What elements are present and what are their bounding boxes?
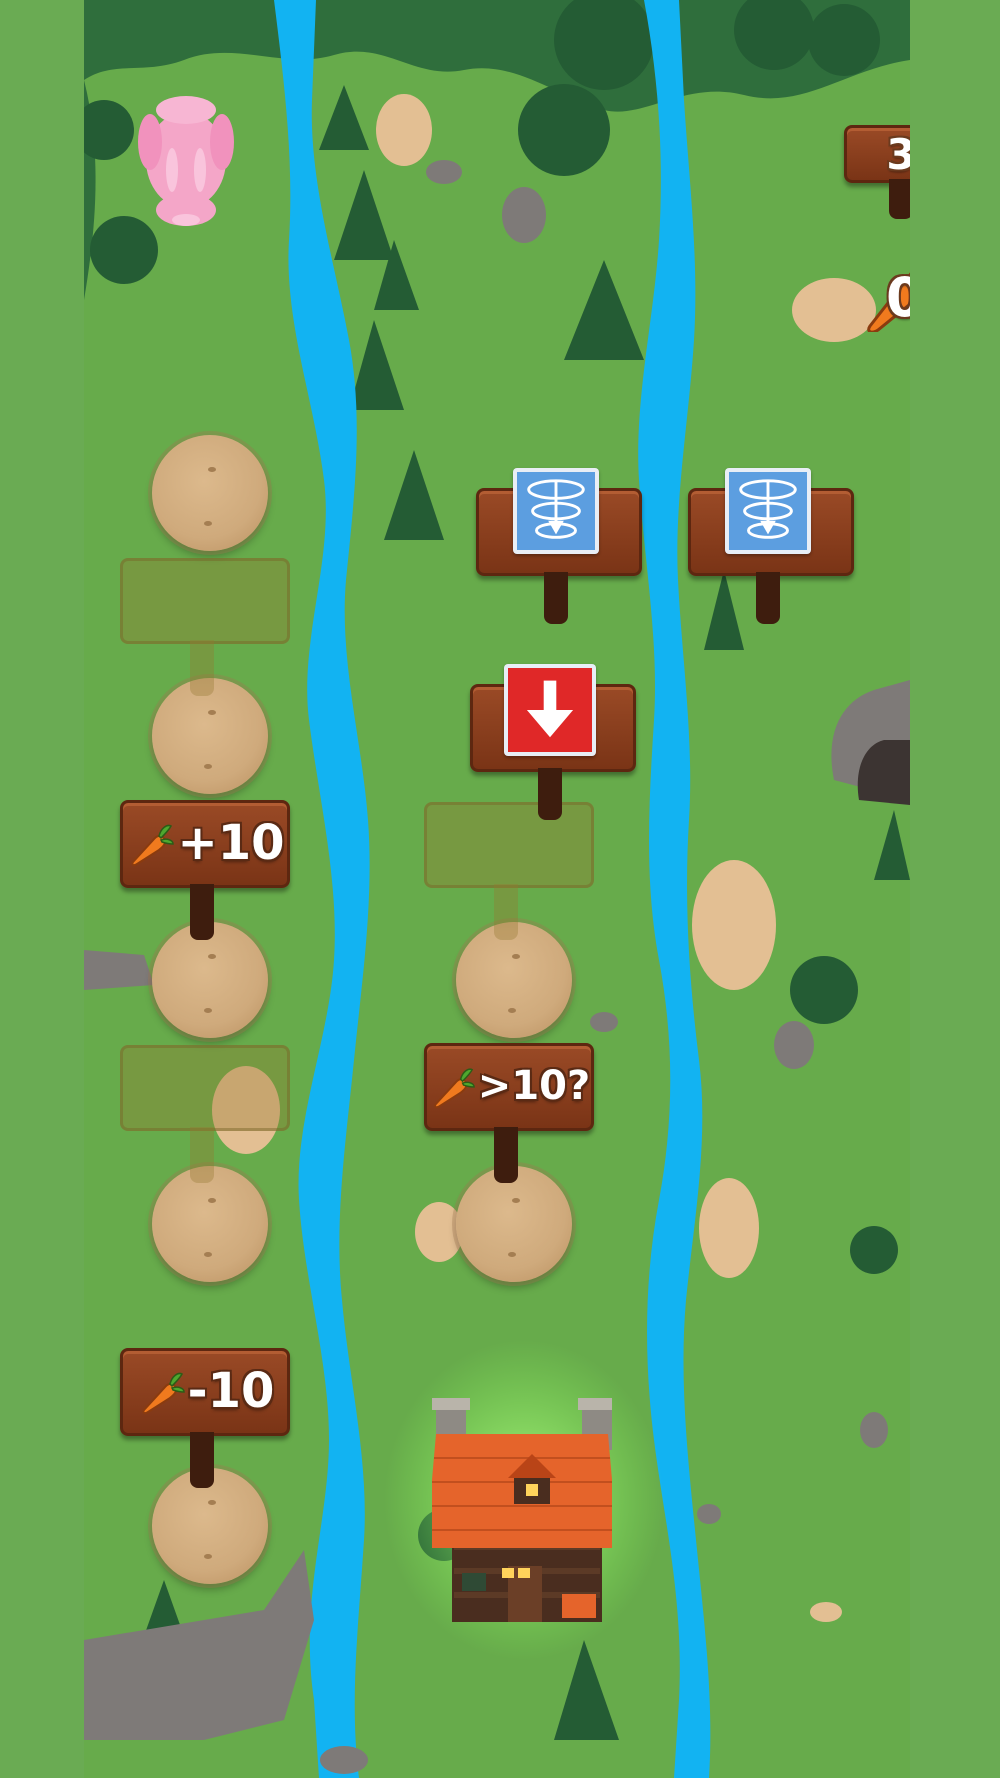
empty-sign-slot[interactable] [120, 1045, 290, 1185]
arrow-tile[interactable] [504, 664, 596, 756]
condition-value: >10? [477, 1063, 591, 1109]
carrot-counter: 0 [864, 222, 910, 342]
vortex-tile[interactable] [725, 468, 811, 554]
pink-bunny-icon[interactable] [136, 90, 236, 230]
cottage-icon[interactable] [432, 1398, 612, 1638]
condition-check-sign[interactable]: >10? [424, 1043, 594, 1188]
carrot-icon [131, 824, 175, 867]
game-board: +10 >10? -10 3 0 [84, 0, 910, 1778]
arrow-down-icon [508, 668, 592, 752]
penalty-carrot-sign[interactable]: -10 [120, 1348, 290, 1493]
empty-sign-slot[interactable] [120, 558, 290, 698]
level-number: 3 [886, 129, 910, 179]
carrot-icon [433, 1068, 475, 1109]
penalty-value: -10 [187, 1363, 275, 1419]
carrot-count: 0 [886, 266, 910, 329]
vortex-down-icon [729, 472, 807, 550]
bonus-value: +10 [177, 815, 285, 871]
carrot-icon [142, 1372, 185, 1415]
bonus-carrot-sign[interactable]: +10 [120, 800, 290, 945]
vortex-down-icon [517, 472, 595, 550]
level-indicator: 3 [844, 125, 910, 225]
path-stone[interactable] [152, 435, 268, 551]
vortex-tile[interactable] [513, 468, 599, 554]
